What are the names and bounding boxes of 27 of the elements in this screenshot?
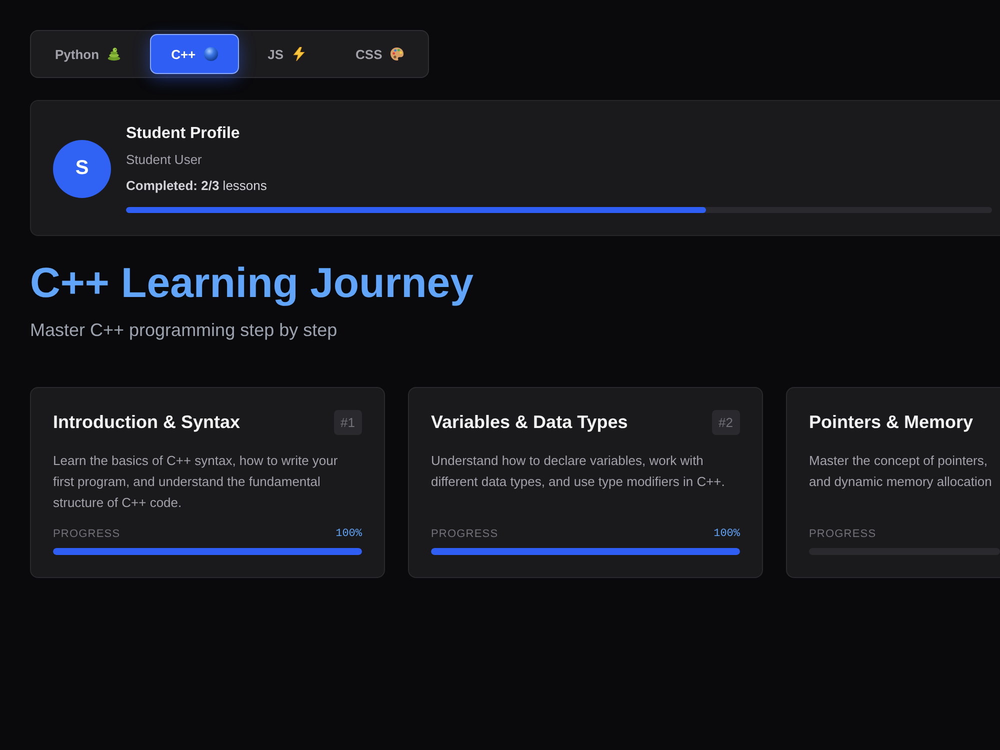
lesson-title: Introduction & Syntax xyxy=(53,412,240,432)
palette-icon xyxy=(390,47,404,61)
lesson-description: Understand how to declare variables, work with different data types, and use type modifiers in C++. xyxy=(431,452,725,491)
completed-lessons: Completed: 2/3 lessons xyxy=(126,177,267,195)
language-tab[interactable]: CSS xyxy=(334,34,426,74)
lesson-title: Variables & Data Types xyxy=(431,412,628,432)
student-name: Student User xyxy=(126,151,202,169)
snake-icon xyxy=(107,47,122,61)
avatar: S xyxy=(53,140,111,198)
language-tab[interactable]: Python xyxy=(34,34,142,74)
page-subtitle: Master C++ programming step by step xyxy=(30,319,338,342)
language-tab[interactable]: JS xyxy=(246,34,327,74)
progress-label: PROGRESS xyxy=(431,528,498,540)
lesson-description: Learn the basics of C++ syntax, how to write your first program, and understand the fundamental structure of C++ code. xyxy=(53,452,338,512)
language-tab[interactable]: C++ xyxy=(150,34,239,74)
progress-label: PROGRESS xyxy=(809,528,876,540)
lightning-icon xyxy=(292,47,306,61)
lesson-number: #2 xyxy=(712,410,740,434)
ball-icon xyxy=(204,47,218,61)
progress-percent: 100% xyxy=(336,528,362,540)
progress-label: PROGRESS xyxy=(53,528,120,540)
lesson-title: Pointers & Memory xyxy=(809,412,974,432)
lesson-number: #1 xyxy=(334,410,362,434)
lesson-description: Master the concept of pointers, and dynamic memory allocation xyxy=(809,452,992,491)
page-title: C++ Learning Journey xyxy=(30,258,474,308)
progress-percent: 100% xyxy=(714,528,740,540)
profile-title: Student Profile xyxy=(126,124,240,144)
